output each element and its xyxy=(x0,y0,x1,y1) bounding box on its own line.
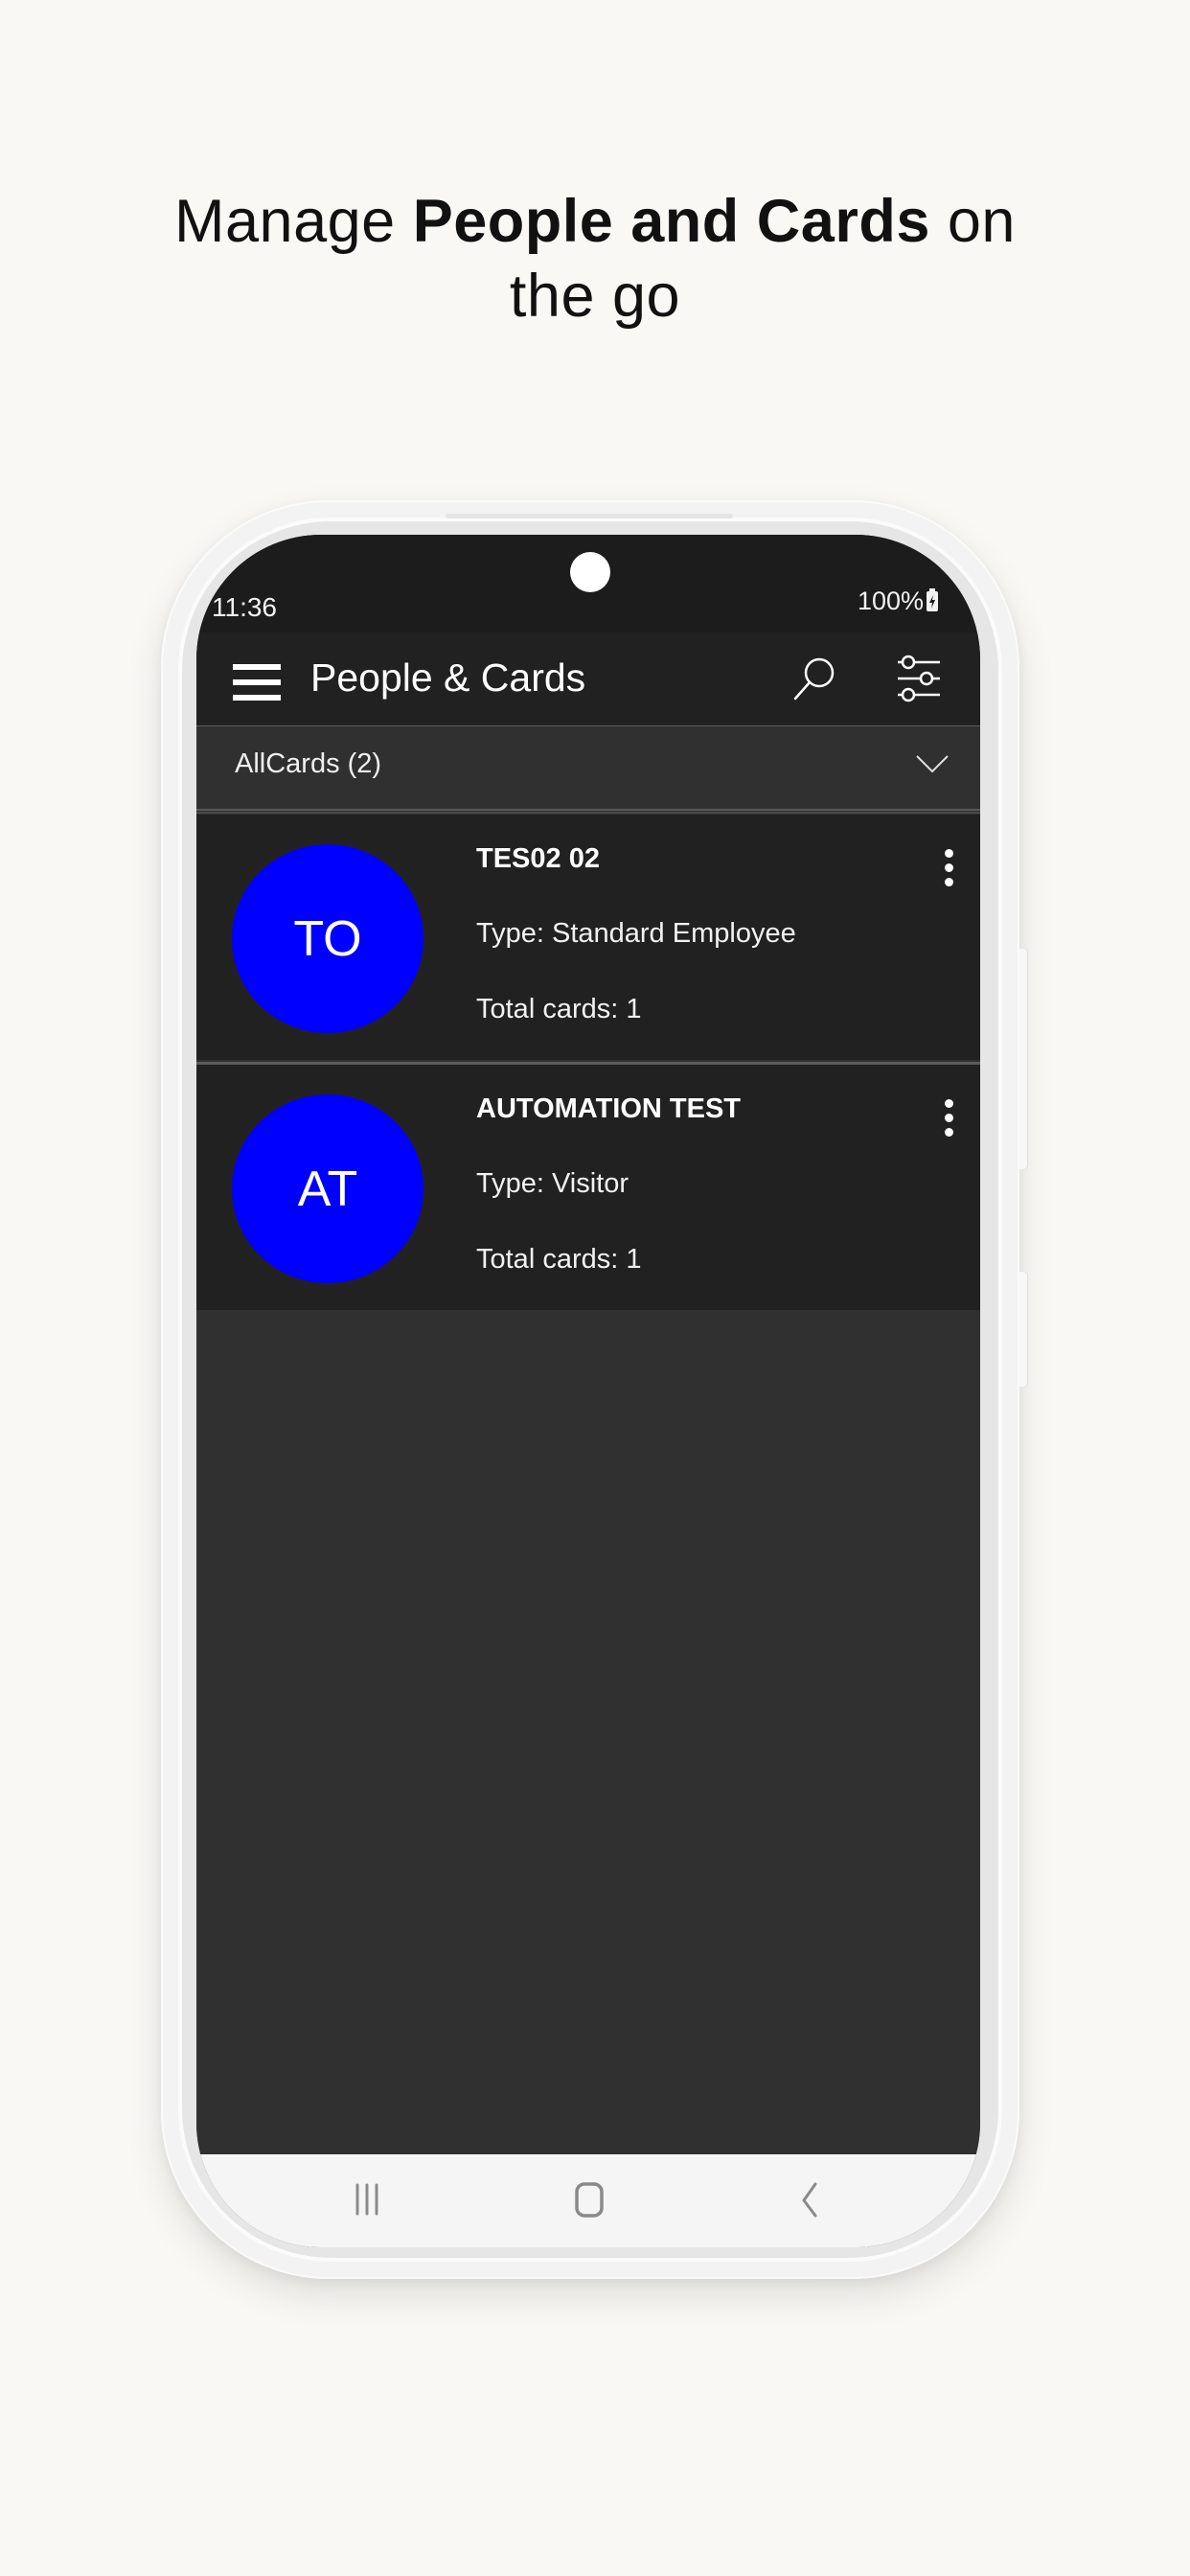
system-nav-bar xyxy=(196,2154,980,2247)
list-empty-area xyxy=(196,1313,980,2154)
recent-apps-icon xyxy=(355,2183,378,2216)
back-button[interactable] xyxy=(781,2175,838,2223)
more-options-icon[interactable] xyxy=(942,847,955,889)
sliders-filter-icon xyxy=(898,655,940,702)
app-bar: People & Cards xyxy=(196,632,980,725)
status-battery: 100% xyxy=(858,586,938,616)
person-total-cards: Total cards: 1 xyxy=(476,1244,642,1275)
headline-suffix: on xyxy=(929,188,1016,255)
cards-filter-dropdown[interactable]: AllCards (2) xyxy=(196,726,980,809)
battery-charging-icon xyxy=(927,588,938,611)
status-time: 11:36 xyxy=(212,592,277,622)
search-button[interactable] xyxy=(790,654,838,703)
phone-speaker xyxy=(446,514,733,518)
person-type: Type: Standard Employee xyxy=(476,918,796,949)
avatar: TO xyxy=(232,844,423,1033)
home-button[interactable] xyxy=(561,2175,618,2223)
headline-prefix: Manage xyxy=(174,188,413,255)
headline-bold: People and Cards xyxy=(412,188,930,255)
dropdown-divider-bottom xyxy=(196,812,980,814)
dropdown-selected-value: AllCards (2) xyxy=(235,748,382,779)
phone-volume-button xyxy=(1019,949,1027,1169)
person-list-item[interactable]: TO TES02 02 Type: Standard Employee Tota… xyxy=(196,815,980,1060)
person-name: AUTOMATION TEST xyxy=(476,1093,742,1124)
dropdown-divider-top xyxy=(196,809,980,811)
person-name: TES02 02 xyxy=(476,843,600,874)
status-bar: 11:36 100% xyxy=(196,535,980,632)
front-camera xyxy=(570,552,610,592)
marketing-headline: Manage People and Cards on the go xyxy=(0,184,1190,334)
recents-button[interactable] xyxy=(340,2175,398,2223)
person-type: Type: Visitor xyxy=(476,1168,629,1199)
page-title: People & Cards xyxy=(310,656,586,700)
person-total-cards: Total cards: 1 xyxy=(476,994,642,1024)
search-icon xyxy=(793,657,835,701)
hamburger-menu-icon[interactable] xyxy=(233,664,281,701)
back-icon xyxy=(802,2182,817,2218)
headline-line-1: Manage People and Cards on xyxy=(0,184,1190,259)
phone-power-button xyxy=(1019,1272,1027,1387)
chevron-down-icon xyxy=(916,755,949,773)
battery-percent: 100% xyxy=(857,586,924,615)
home-icon xyxy=(575,2182,604,2218)
filter-button[interactable] xyxy=(894,654,944,703)
headline-line-2: the go xyxy=(509,263,681,330)
person-list-item[interactable]: AT AUTOMATION TEST Type: Visitor Total c… xyxy=(196,1065,980,1310)
more-options-icon[interactable] xyxy=(942,1097,955,1139)
phone-screen: 11:36 100% People & Cards AllCards (2) T… xyxy=(196,535,980,2247)
avatar: AT xyxy=(232,1094,423,1283)
